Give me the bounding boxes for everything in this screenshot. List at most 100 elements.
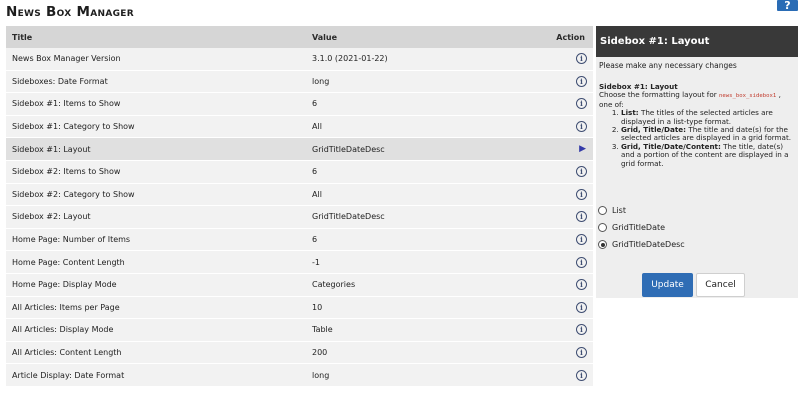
column-header-title: Title	[6, 26, 306, 48]
info-icon[interactable]: i	[576, 347, 587, 359]
desc-prefix: Choose the formatting layout for	[599, 90, 717, 100]
setting-title: All Articles: Display Mode	[6, 318, 306, 342]
radio-button-list[interactable]	[598, 206, 607, 215]
table-row[interactable]: All Articles: Content Length 200 i	[6, 341, 593, 365]
setting-title: Sideboxes: Date Format	[6, 70, 306, 94]
panel-intro: Please make any necessary changes	[599, 61, 737, 70]
row-action: i	[528, 48, 593, 71]
setting-value: GridTitleDateDesc	[306, 137, 528, 161]
layout-options-list: List: The titles of the selected article…	[599, 108, 795, 168]
help-button[interactable]: ?	[777, 0, 798, 12]
setting-description: Sidebox #1: Layout Choose the formatting…	[596, 70, 798, 168]
setting-value: 6	[306, 228, 528, 252]
setting-value: Categories	[306, 273, 528, 297]
info-icon[interactable]: i	[576, 256, 587, 268]
row-action: i	[528, 296, 593, 320]
table-row[interactable]: Home Page: Display Mode Categories i	[6, 273, 593, 297]
setting-value: -1	[306, 250, 528, 274]
setting-title: Sidebox #2: Items to Show	[6, 160, 306, 184]
radio-option-gridtitledate[interactable]: GridTitleDate	[598, 219, 685, 236]
setting-value: GridTitleDateDesc	[306, 205, 528, 229]
setting-title: Home Page: Content Length	[6, 250, 306, 274]
info-icon[interactable]: i	[576, 234, 587, 246]
info-icon[interactable]: i	[576, 121, 587, 133]
setting-value: All	[306, 115, 528, 139]
setting-title: Home Page: Number of Items	[6, 228, 306, 252]
setting-title: News Box Manager Version	[6, 48, 306, 71]
table-row[interactable]: Home Page: Content Length -1 i	[6, 250, 593, 274]
layout-option-desc: List: The titles of the selected article…	[621, 108, 795, 126]
table-row[interactable]: Sideboxes: Date Format long i	[6, 70, 593, 94]
table-row[interactable]: All Articles: Display Mode Table i	[6, 318, 593, 342]
setting-value: 6	[306, 160, 528, 184]
setting-title: Home Page: Display Mode	[6, 273, 306, 297]
row-action: i	[528, 363, 593, 387]
radio-button-gridtitledate[interactable]	[598, 223, 607, 232]
layout-option-desc: Grid, Title/Date: The title and date(s) …	[621, 125, 795, 143]
layout-option-desc: Grid, Title/Date/Content: The title, dat…	[621, 142, 795, 168]
row-action: ▶	[528, 137, 593, 161]
info-icon[interactable]: i	[576, 324, 587, 336]
table-row[interactable]: Sidebox #1: Category to Show All i	[6, 115, 593, 139]
row-action: i	[528, 92, 593, 116]
table-row[interactable]: Sidebox #2: Items to Show 6 i	[6, 160, 593, 184]
table-row[interactable]: Article Display: Date Format long i	[6, 363, 593, 387]
setting-value: long	[306, 363, 528, 387]
setting-title: All Articles: Items per Page	[6, 296, 306, 320]
info-icon[interactable]: i	[576, 75, 587, 87]
table-row[interactable]: Sidebox #2: Layout GridTitleDateDesc i	[6, 205, 593, 229]
page-title: News Box Manager	[6, 4, 134, 20]
row-action: i	[528, 250, 593, 274]
info-icon[interactable]: i	[576, 279, 587, 291]
info-icon[interactable]: i	[576, 53, 587, 65]
setting-value: 10	[306, 296, 528, 320]
info-icon[interactable]: i	[576, 166, 587, 178]
info-icon[interactable]: i	[576, 98, 587, 110]
setting-title: Sidebox #2: Layout	[6, 205, 306, 229]
row-action: i	[528, 273, 593, 297]
option-text: The titles of the selected articles are …	[621, 108, 773, 126]
column-header-action: Action	[528, 26, 593, 48]
radio-button-gridtitledatedesc[interactable]	[598, 240, 607, 249]
table-row[interactable]: Sidebox #2: Category to Show All i	[6, 183, 593, 207]
setting-title: Sidebox #1: Layout	[6, 137, 306, 161]
info-icon[interactable]: i	[576, 188, 587, 200]
row-action: i	[528, 228, 593, 252]
setting-value: 3.1.0 (2021-01-22)	[306, 48, 528, 71]
panel-header: Sidebox #1: Layout	[596, 26, 798, 57]
arrow-right-icon[interactable]: ▶	[579, 144, 586, 154]
sidebox-edit-panel: Sidebox #1: Layout Please make any neces…	[596, 26, 798, 298]
table-row[interactable]: Home Page: Number of Items 6 i	[6, 228, 593, 252]
setting-title: Article Display: Date Format	[6, 363, 306, 387]
table-row[interactable]: News Box Manager Version 3.1.0 (2021-01-2…	[6, 48, 593, 71]
column-header-value: Value	[306, 26, 528, 48]
radio-option-gridtitledatedesc[interactable]: GridTitleDateDesc	[598, 236, 685, 253]
setting-value: Table	[306, 318, 528, 342]
config-key: news_box_sidebox1	[719, 93, 777, 100]
cancel-button[interactable]: Cancel	[696, 273, 745, 297]
row-action: i	[528, 160, 593, 184]
radio-label: GridTitleDateDesc	[612, 240, 685, 249]
table-row[interactable]: All Articles: Items per Page 10 i	[6, 296, 593, 320]
info-icon[interactable]: i	[576, 369, 587, 381]
setting-title: Sidebox #1: Category to Show	[6, 115, 306, 139]
setting-value: 200	[306, 341, 528, 365]
setting-title: All Articles: Content Length	[6, 341, 306, 365]
radio-label: List	[612, 206, 626, 215]
table-header-row: Title Value Action	[6, 26, 593, 48]
setting-value: 6	[306, 92, 528, 116]
radio-option-list[interactable]: List	[598, 202, 685, 219]
setting-title: Sidebox #1: Items to Show	[6, 92, 306, 116]
row-action: i	[528, 70, 593, 94]
row-action: i	[528, 318, 593, 342]
row-action: i	[528, 183, 593, 207]
info-icon[interactable]: i	[576, 301, 587, 313]
table-row[interactable]: Sidebox #1: Items to Show 6 i	[6, 92, 593, 116]
setting-desc-text: Choose the formatting layout for news_bo…	[599, 91, 795, 109]
setting-title: Sidebox #2: Category to Show	[6, 183, 306, 207]
row-action: i	[528, 341, 593, 365]
info-icon[interactable]: i	[576, 211, 587, 223]
update-button[interactable]: Update	[642, 273, 693, 297]
setting-value: long	[306, 70, 528, 94]
table-row[interactable]: Sidebox #1: Layout GridTitleDateDesc ▶	[6, 137, 593, 161]
